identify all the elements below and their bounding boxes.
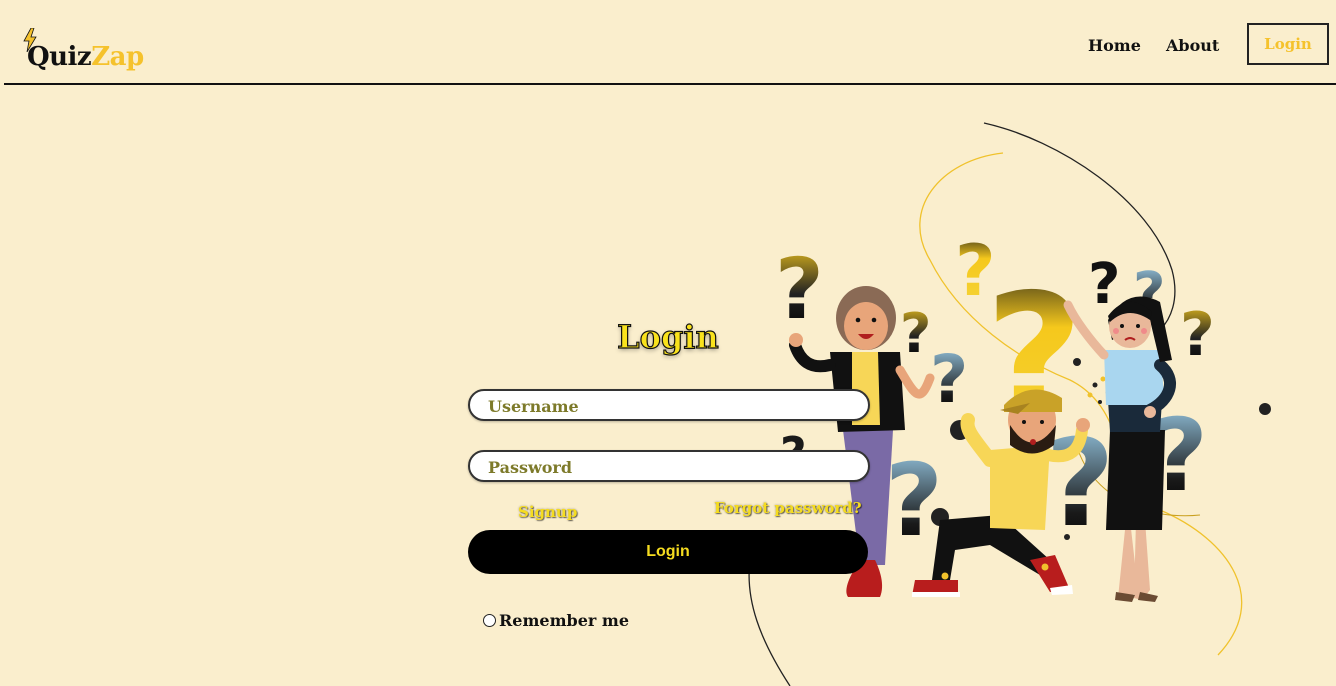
logo-text-zap: Zap bbox=[91, 42, 144, 72]
login-submit-button[interactable]: Login bbox=[468, 530, 868, 574]
login-title: Login bbox=[617, 317, 720, 356]
username-input[interactable] bbox=[486, 393, 850, 419]
question-mark-icon: ? bbox=[885, 442, 943, 559]
forgot-password-link[interactable]: Forgot password? bbox=[714, 499, 862, 517]
remember-me[interactable]: Remember me bbox=[483, 611, 629, 630]
navbar: Quiz Zap Home About Login bbox=[0, 0, 1336, 84]
password-field[interactable] bbox=[468, 450, 870, 482]
brand-logo[interactable]: Quiz Zap bbox=[22, 28, 144, 72]
signup-link[interactable]: Signup bbox=[518, 503, 577, 521]
username-field[interactable] bbox=[468, 389, 870, 421]
nav-login-button[interactable]: Login bbox=[1247, 23, 1329, 65]
question-mark-icon: ? bbox=[930, 341, 968, 418]
nav-about-link[interactable]: About bbox=[1166, 36, 1219, 55]
remember-me-radio[interactable] bbox=[483, 614, 496, 627]
question-mark-icon: ? bbox=[775, 240, 824, 338]
question-mark-icon: ? bbox=[900, 302, 931, 365]
password-input[interactable] bbox=[486, 454, 850, 480]
navbar-divider bbox=[4, 83, 1336, 85]
remember-me-label: Remember me bbox=[499, 611, 629, 630]
lightning-bolt-icon bbox=[23, 28, 37, 52]
question-mark-icon: ? bbox=[1180, 300, 1215, 370]
nav-home-link[interactable]: Home bbox=[1088, 36, 1141, 55]
question-mark-icon: ? bbox=[1088, 252, 1120, 317]
decorative-curve bbox=[748, 559, 791, 686]
